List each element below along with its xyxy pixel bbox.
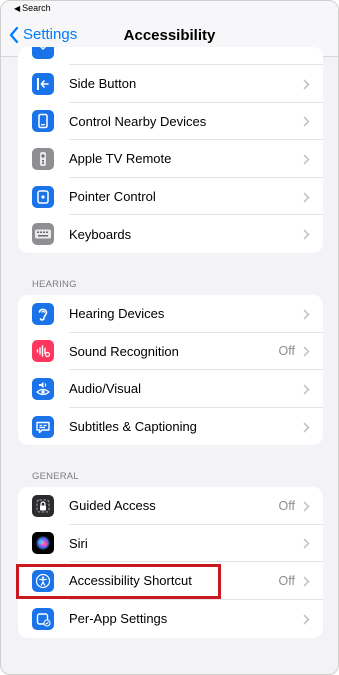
keyboard-icon	[32, 223, 54, 246]
chevron-right-icon	[303, 309, 310, 320]
captions-icon	[32, 415, 54, 438]
audio-visual-icon	[32, 377, 54, 400]
row-label: Keyboards	[69, 226, 132, 242]
row-control-nearby-devices[interactable]: Control Nearby Devices	[18, 103, 323, 141]
row-hearing-devices[interactable]: Hearing Devices	[18, 295, 323, 333]
row-value: Off	[278, 498, 295, 513]
section-header-hearing: HEARING	[32, 279, 77, 290]
vision-group: Side Button Control Nearby Devices Apple…	[18, 47, 323, 253]
waveform-icon	[32, 340, 54, 363]
accessibility-icon	[32, 569, 54, 592]
row-accessibility-shortcut[interactable]: Accessibility Shortcut Off	[18, 562, 323, 600]
ear-icon	[32, 302, 54, 325]
chevron-right-icon	[303, 501, 310, 512]
row-value: Off	[278, 344, 295, 359]
row-label: Guided Access	[69, 498, 156, 514]
row-label: Subtitles & Captioning	[69, 419, 197, 435]
row-keyboards[interactable]: Keyboards	[18, 215, 323, 253]
row-guided-access[interactable]: Guided Access Off	[18, 487, 323, 525]
row-label: Siri	[69, 535, 88, 551]
siri-icon	[32, 532, 54, 555]
chevron-right-icon	[303, 192, 310, 203]
row-label: Accessibility Shortcut	[69, 573, 192, 589]
row-label: Sound Recognition	[69, 343, 179, 359]
row-label: Control Nearby Devices	[69, 113, 207, 129]
chevron-right-icon	[303, 346, 310, 357]
pointer-control-icon	[32, 185, 54, 208]
partial-icon	[32, 47, 54, 59]
phone-screen: ◀ Search Settings Accessibility Side But…	[0, 0, 339, 675]
row-subtitles-captioning[interactable]: Subtitles & Captioning	[18, 408, 323, 445]
hearing-group: Hearing Devices Sound Recognition Off Au…	[18, 295, 323, 445]
chevron-right-icon	[303, 614, 310, 625]
row-label: Pointer Control	[69, 189, 156, 205]
back-triangle-icon: ◀	[14, 3, 21, 13]
row-value: Off	[278, 573, 295, 588]
nearby-devices-icon	[32, 110, 54, 133]
row-per-app-settings[interactable]: Per-App Settings	[18, 600, 323, 638]
lock-icon	[32, 494, 54, 517]
side-button-icon	[32, 72, 54, 95]
chevron-right-icon	[303, 116, 310, 127]
tv-remote-icon	[32, 147, 54, 170]
row-label: Hearing Devices	[69, 306, 165, 322]
chevron-right-icon	[303, 422, 310, 433]
back-app-label: Search	[22, 3, 51, 13]
row-audio-visual[interactable]: Audio/Visual	[18, 370, 323, 408]
chevron-right-icon	[303, 229, 310, 240]
row-side-button[interactable]: Side Button	[18, 65, 323, 103]
per-app-icon	[32, 607, 54, 630]
chevron-right-icon	[303, 154, 310, 165]
chevron-right-icon	[303, 538, 310, 549]
page-title: Accessibility	[123, 27, 216, 44]
partial-row	[18, 47, 323, 65]
row-label: Audio/Visual	[69, 381, 142, 397]
back-to-app-link[interactable]: ◀ Search	[14, 3, 51, 13]
chevron-right-icon	[303, 79, 310, 90]
row-label: Per-App Settings	[69, 611, 168, 627]
row-apple-tv-remote[interactable]: Apple TV Remote	[18, 140, 323, 178]
row-label: Side Button	[69, 76, 137, 92]
general-group: Guided Access Off Siri Accessibility Sho…	[18, 487, 323, 638]
row-siri[interactable]: Siri	[18, 525, 323, 563]
row-pointer-control[interactable]: Pointer Control	[18, 178, 323, 216]
row-sound-recognition[interactable]: Sound Recognition Off	[18, 333, 323, 371]
chevron-right-icon	[303, 384, 310, 395]
chevron-right-icon	[303, 576, 310, 587]
section-header-general: GENERAL	[32, 471, 79, 482]
row-label: Apple TV Remote	[69, 151, 172, 167]
status-bar: ◀ Search	[1, 1, 338, 17]
